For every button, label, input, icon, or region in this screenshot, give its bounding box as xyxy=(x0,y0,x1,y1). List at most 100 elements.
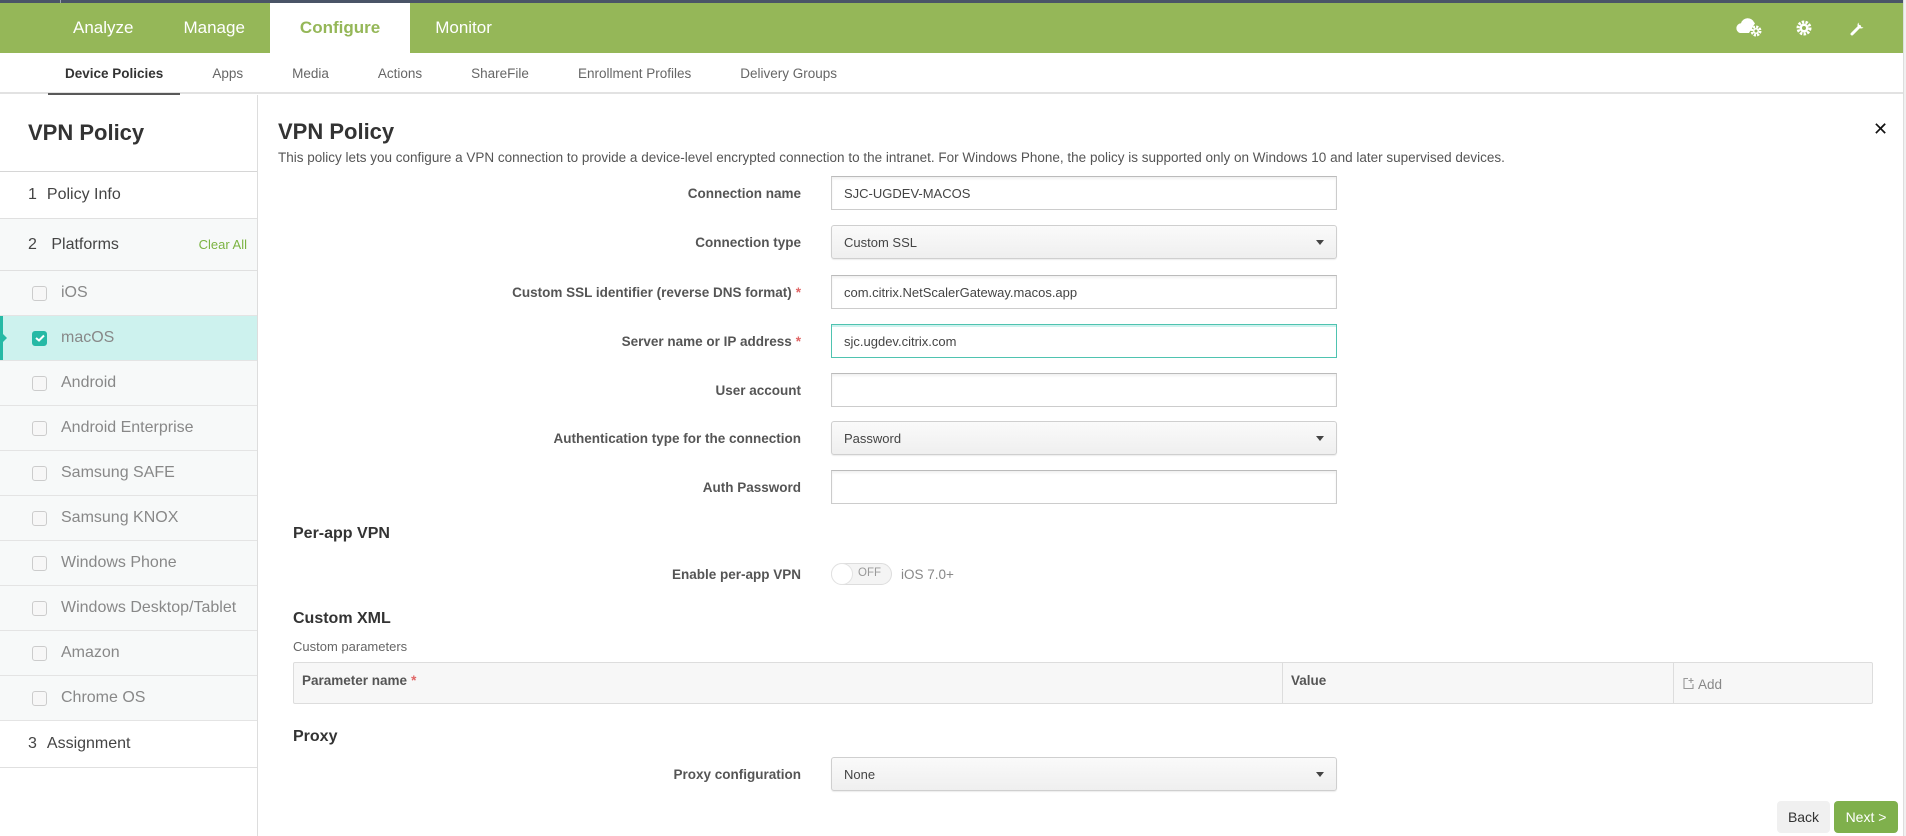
checkbox[interactable] xyxy=(32,465,47,481)
required-marker: * xyxy=(795,333,801,349)
field-auth-type: Authentication type for the connection P… xyxy=(259,421,1359,455)
platform-chrome-os[interactable]: Chrome OS xyxy=(0,676,257,721)
platform-label: Samsung KNOX xyxy=(61,509,179,526)
field-label: Proxy configuration xyxy=(673,766,801,782)
subnav-media[interactable]: Media xyxy=(275,53,346,94)
field-connection-name: Connection name xyxy=(259,176,1359,210)
select-value: Custom SSL xyxy=(844,234,917,250)
subnav-apps[interactable]: Apps xyxy=(195,53,260,94)
caret-down-icon xyxy=(1316,435,1324,441)
platform-label: Android Enterprise xyxy=(61,419,194,436)
step-label: Policy Info xyxy=(46,186,121,203)
top-nav-tabs: Analyze Manage Configure Monitor xyxy=(48,3,517,53)
checkbox[interactable] xyxy=(32,645,47,661)
main-content: VPN Policy This policy lets you configur… xyxy=(259,95,1903,836)
tab-monitor[interactable]: Monitor xyxy=(410,3,517,53)
platform-samsung-safe[interactable]: Samsung SAFE xyxy=(0,451,257,496)
column-header-parameter-name: Parameter name * xyxy=(294,663,1283,703)
checkbox[interactable] xyxy=(32,420,47,436)
cloud-gear-icon[interactable] xyxy=(1735,13,1765,43)
server-name-input[interactable] xyxy=(831,324,1337,358)
platform-android[interactable]: Android xyxy=(0,361,257,406)
checkbox[interactable] xyxy=(32,600,47,616)
select-value: Password xyxy=(844,430,902,446)
auth-password-input[interactable] xyxy=(831,470,1337,504)
per-app-vpn-toggle[interactable]: OFF xyxy=(831,563,892,585)
step-platforms[interactable]: 2 Platforms Clear All xyxy=(0,219,257,271)
close-icon[interactable]: ✕ xyxy=(1873,119,1888,140)
subnav-device-policies[interactable]: Device Policies xyxy=(48,53,181,96)
subnav-sharefile[interactable]: ShareFile xyxy=(454,53,546,94)
caret-down-icon xyxy=(1316,239,1324,245)
add-parameter-button[interactable]: Add xyxy=(1674,663,1872,703)
ios-version-note: iOS 7.0+ xyxy=(901,567,954,582)
checkbox[interactable] xyxy=(32,285,47,301)
checkbox[interactable] xyxy=(32,555,47,571)
required-marker: * xyxy=(411,673,417,688)
platform-samsung-knox[interactable]: Samsung KNOX xyxy=(0,496,257,541)
field-label: Connection type xyxy=(695,234,801,250)
checkbox[interactable] xyxy=(32,330,47,346)
field-server-name: Server name or IP address * xyxy=(259,324,1359,358)
field-label: User account xyxy=(715,382,801,398)
clear-all-link[interactable]: Clear All xyxy=(199,237,247,252)
subnav-delivery-groups[interactable]: Delivery Groups xyxy=(723,53,854,94)
back-button[interactable]: Back xyxy=(1777,801,1830,833)
tab-configure[interactable]: Configure xyxy=(269,3,411,53)
platform-macos[interactable]: macOS xyxy=(0,316,257,361)
platform-android-enterprise[interactable]: Android Enterprise xyxy=(0,406,257,451)
step-number: 2 xyxy=(28,235,37,253)
field-label: Server name or IP address * xyxy=(621,333,801,349)
field-user-account: User account xyxy=(259,373,1359,407)
checkbox[interactable] xyxy=(32,510,47,526)
subnav-enrollment-profiles[interactable]: Enrollment Profiles xyxy=(561,53,708,94)
wizard-sidebar: VPN Policy 1 Policy Info 2 Platforms Cle… xyxy=(0,95,258,836)
field-label: Connection name xyxy=(687,185,801,201)
page-title: VPN Policy xyxy=(278,119,395,144)
connection-name-input[interactable] xyxy=(831,176,1337,210)
platform-label: Chrome OS xyxy=(61,689,146,706)
step-policy-info[interactable]: 1 Policy Info xyxy=(0,172,257,219)
platform-label: Windows Phone xyxy=(61,554,177,571)
tab-analyze[interactable]: Analyze xyxy=(48,3,158,53)
caret-down-icon xyxy=(1316,771,1324,777)
checkbox[interactable] xyxy=(32,690,47,706)
user-account-input[interactable] xyxy=(831,373,1337,407)
select-value: None xyxy=(844,766,876,782)
add-icon xyxy=(1683,677,1694,690)
checkbox[interactable] xyxy=(32,375,47,391)
platform-amazon[interactable]: Amazon xyxy=(0,631,257,676)
platform-windows-phone[interactable]: Windows Phone xyxy=(0,541,257,586)
required-marker: * xyxy=(795,284,801,300)
platform-windows-desktop-tablet[interactable]: Windows Desktop/Tablet xyxy=(0,586,257,631)
platform-label: Windows Desktop/Tablet xyxy=(61,599,237,616)
platform-ios[interactable]: iOS xyxy=(0,271,257,316)
connection-type-select[interactable]: Custom SSL xyxy=(831,225,1337,259)
custom-ssl-identifier-input[interactable] xyxy=(831,275,1337,309)
toggle-state: OFF xyxy=(858,567,881,579)
proxy-configuration-select[interactable]: None xyxy=(831,757,1337,791)
field-custom-ssl-identifier: Custom SSL identifier (reverse DNS forma… xyxy=(259,275,1359,309)
field-proxy-configuration: Proxy configuration None xyxy=(259,757,1359,791)
platform-label: iOS xyxy=(61,284,88,301)
tab-manage[interactable]: Manage xyxy=(158,3,269,53)
toggle-knob xyxy=(831,563,853,585)
step-number: 3 xyxy=(28,735,37,752)
per-app-vpn-heading: Per-app VPN xyxy=(293,525,390,542)
page-description: This policy lets you configure a VPN con… xyxy=(278,150,1505,165)
top-nav-icons xyxy=(1735,3,1873,53)
auth-type-select[interactable]: Password xyxy=(831,421,1337,455)
custom-parameters-table: Parameter name * Value Add xyxy=(293,662,1873,704)
platform-label: Samsung SAFE xyxy=(61,464,175,481)
custom-xml-heading: Custom XML xyxy=(293,610,391,627)
step-label: Assignment xyxy=(46,735,131,752)
wrench-icon[interactable] xyxy=(1843,13,1873,43)
proxy-heading: Proxy xyxy=(293,728,338,745)
step-assignment[interactable]: 3 Assignment xyxy=(0,721,257,768)
subnav-actions[interactable]: Actions xyxy=(361,53,439,94)
gear-icon[interactable] xyxy=(1789,13,1819,43)
next-button[interactable]: Next > xyxy=(1834,801,1898,833)
field-connection-type: Connection type Custom SSL xyxy=(259,225,1359,259)
platform-label: Amazon xyxy=(61,644,120,661)
column-header-value: Value xyxy=(1283,663,1674,703)
